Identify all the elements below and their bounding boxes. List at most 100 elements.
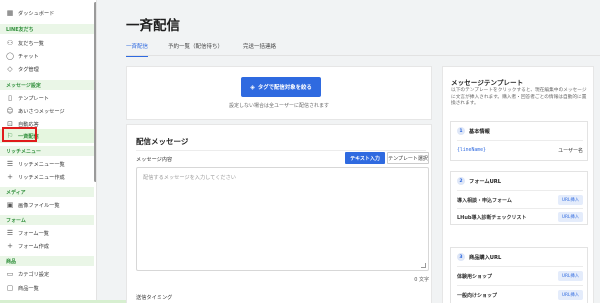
sidebar-item-image-files[interactable]: ▣ 画像ファイル一覧 <box>0 198 94 212</box>
sidebar-item-label: フォーム一覧 <box>18 230 49 237</box>
divider <box>457 266 583 267</box>
template-group-basic: 1 基本情報 {lineName} ユーザー名 <box>450 121 588 161</box>
sidebar-item-label: テンプレート <box>18 95 49 102</box>
template-panel: メッセージテンプレート 以下のテンプレートをクリックすると、現在編集中のメッセー… <box>442 66 594 303</box>
sidebar-section-rich-menu: リッチメニュー <box>0 146 94 156</box>
sidebar-item-product-list[interactable]: ▢ 商品一覧 <box>0 281 94 295</box>
template-label: 導入相談・申込フォーム <box>457 197 512 204</box>
sidebar-item-label: 友だち一覧 <box>18 40 44 47</box>
group-header: 1 基本情報 <box>457 127 490 135</box>
image-icon: ▣ <box>6 201 14 209</box>
textarea-placeholder: 配信するメッセージを入力してください <box>143 175 236 181</box>
template-group-form-url: 2 フォームURL 導入相談・申込フォーム URL挿入 LHub導入診断チェック… <box>450 171 588 225</box>
template-group-product-url: 3 商品購入URL 体験用ショップ URL挿入 一般向けショップ URL挿入 <box>450 247 588 303</box>
sidebar-item-label: ダッシュボード <box>18 10 55 17</box>
template-row-trial-shop[interactable]: 体験用ショップ URL挿入 <box>457 269 583 283</box>
main-content: 一斉配信 一斉配信 予約一覧（配信待ち） 完送一括連絡 ◈ タグで配信対象を絞る… <box>97 0 600 303</box>
tab-divider <box>126 55 600 56</box>
sidebar-section-line-friends: LINE友だち <box>0 24 94 34</box>
highlight-annotation <box>2 127 37 142</box>
text-input-button[interactable]: テキスト入力 <box>345 152 385 164</box>
sidebar-section-form: フォーム <box>0 215 94 225</box>
divider <box>457 190 583 191</box>
group-header: 2 フォームURL <box>457 177 501 185</box>
template-row-consult-form[interactable]: 導入相談・申込フォーム URL挿入 <box>457 193 583 207</box>
box-icon: ▢ <box>6 284 14 292</box>
divider <box>457 208 583 209</box>
template-row-linename[interactable]: {lineName} ユーザー名 <box>457 143 583 157</box>
sidebar-item-form-list[interactable]: ☰ フォーム一覧 <box>0 226 94 240</box>
group-number: 3 <box>457 253 465 261</box>
divider <box>457 285 583 286</box>
group-number: 1 <box>457 127 465 135</box>
sidebar-item-form-create[interactable]: + フォーム作成 <box>0 239 94 253</box>
sidebar-item-friends-list[interactable]: ⚇ 友だち一覧 <box>0 36 94 50</box>
tag-icon: ◇ <box>7 65 13 73</box>
sidebar-item-label: チャット <box>18 53 39 60</box>
folder-icon: ▭ <box>6 270 14 278</box>
sidebar-item-templates[interactable]: ▯ テンプレート <box>0 91 94 105</box>
group-title: 商品購入URL <box>469 254 502 261</box>
sidebar-item-greeting[interactable]: ☺ あいさつメッセージ <box>0 104 94 118</box>
message-card-title: 配信メッセージ <box>136 137 189 146</box>
template-code: {lineName} <box>457 147 486 153</box>
sidebar: ▦ ダッシュボード LINE友だち ⚇ 友だち一覧 ◯ チャット ◇ タグ管理 … <box>0 0 97 303</box>
group-number: 2 <box>457 177 465 185</box>
url-insert-badge[interactable]: URL挿入 <box>557 195 583 205</box>
url-insert-badge[interactable]: URL挿入 <box>557 212 583 222</box>
url-insert-badge[interactable]: URL挿入 <box>557 290 583 300</box>
list-icon: ☰ <box>6 160 14 168</box>
message-textarea[interactable]: 配信するメッセージを入力してください <box>136 167 429 271</box>
template-row-checklist[interactable]: LHub導入診断チェックリスト URL挿入 <box>457 210 583 224</box>
grid-icon: ▦ <box>6 9 14 17</box>
list-icon: ☰ <box>6 229 14 237</box>
message-content-label: メッセージ内容 <box>136 157 173 163</box>
sidebar-item-label: 商品一覧 <box>18 285 39 292</box>
char-count: 0 文字 <box>414 277 429 283</box>
tag-filter-label: タグで配信対象を絞る <box>257 85 312 91</box>
panel-description: 以下のテンプレートをクリックすると、現在編集中のメッセージに文言が挿入されます。… <box>451 88 587 107</box>
tag-filter-button[interactable]: ◈ タグで配信対象を絞る <box>241 77 321 97</box>
sidebar-item-tag-management[interactable]: ◇ タグ管理 <box>0 62 94 76</box>
page-title: 一斉配信 <box>126 18 180 34</box>
divider <box>136 150 426 151</box>
template-label: 一般向けショップ <box>457 292 498 299</box>
tag-icon: ◈ <box>250 83 255 91</box>
document-icon: ▯ <box>8 94 12 102</box>
sidebar-section-media: メディア <box>0 187 94 197</box>
plus-icon: + <box>7 242 13 250</box>
message-card: 配信メッセージ メッセージ内容 テキスト入力 テンプレート選択 配信するメッセー… <box>126 124 432 303</box>
plus-icon: + <box>7 173 13 181</box>
template-label: 体験用ショップ <box>457 273 493 280</box>
sidebar-item-label: タグ管理 <box>18 66 39 73</box>
sidebar-item-label: あいさつメッセージ <box>18 108 65 115</box>
url-insert-badge[interactable]: URL挿入 <box>557 271 583 281</box>
sidebar-section-message-settings: メッセージ設定 <box>0 80 94 90</box>
sidebar-item-label: 画像ファイル一覧 <box>18 202 60 209</box>
template-select-button[interactable]: テンプレート選択 <box>387 152 429 164</box>
sidebar-item-chat[interactable]: ◯ チャット <box>0 49 94 63</box>
sidebar-item-rich-menu-create[interactable]: + リッチメニュー作成 <box>0 170 94 184</box>
template-desc: ユーザー名 <box>558 147 583 154</box>
template-label: LHub導入診断チェックリスト <box>457 214 527 221</box>
panel-title: メッセージテンプレート <box>451 79 524 87</box>
group-title: フォームURL <box>469 178 502 185</box>
people-icon: ⚇ <box>6 39 14 47</box>
sidebar-item-label: フォーム作成 <box>18 243 49 250</box>
template-row-general-shop[interactable]: 一般向けショップ URL挿入 <box>457 288 583 302</box>
target-card: ◈ タグで配信対象を絞る 設定しない場合は全ユーザーに配信されます <box>126 66 432 120</box>
greeting-icon: ☺ <box>6 107 14 115</box>
sidebar-item-dashboard[interactable]: ▦ ダッシュボード <box>0 6 94 20</box>
sidebar-item-rich-menu-list[interactable]: ☰ リッチメニュー一覧 <box>0 157 94 171</box>
group-header: 3 商品購入URL <box>457 253 501 261</box>
resize-handle[interactable] <box>421 263 426 268</box>
divider <box>457 140 583 141</box>
group-title: 基本情報 <box>469 128 490 135</box>
send-timing-label: 送信タイミング <box>136 295 173 301</box>
sidebar-item-category-settings[interactable]: ▭ カテゴリ設定 <box>0 267 94 281</box>
chat-icon: ◯ <box>6 52 14 60</box>
sidebar-item-label: リッチメニュー一覧 <box>18 161 65 168</box>
sidebar-item-label: リッチメニュー作成 <box>18 174 65 181</box>
sidebar-item-label: カテゴリ設定 <box>18 271 50 278</box>
target-note: 設定しない場合は全ユーザーに配信されます <box>229 103 329 109</box>
